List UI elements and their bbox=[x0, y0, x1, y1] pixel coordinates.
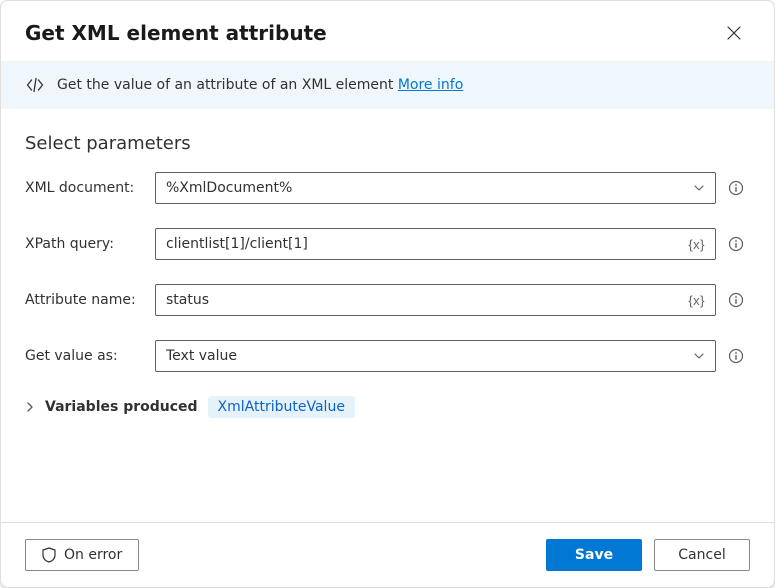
cancel-button[interactable]: Cancel bbox=[654, 539, 750, 571]
label-xml-document: XML document: bbox=[25, 180, 145, 196]
label-get-value-as: Get value as: bbox=[25, 348, 145, 364]
more-info-link[interactable]: More info bbox=[398, 77, 463, 93]
dialog-title: Get XML element attribute bbox=[25, 21, 327, 45]
variable-picker-icon[interactable]: {x} bbox=[688, 237, 705, 252]
close-button[interactable] bbox=[718, 17, 750, 49]
close-icon bbox=[727, 26, 741, 40]
footer-right: Save Cancel bbox=[546, 539, 750, 571]
save-label: Save bbox=[575, 547, 613, 563]
input-xml-document-value: %XmlDocument% bbox=[166, 180, 685, 196]
cancel-label: Cancel bbox=[678, 547, 725, 563]
dialog-body: Select parameters XML document: %XmlDocu… bbox=[1, 109, 774, 522]
help-icon-xpath-query[interactable] bbox=[726, 234, 746, 254]
chevron-down-icon bbox=[693, 182, 705, 194]
variable-picker-icon[interactable]: {x} bbox=[688, 293, 705, 308]
input-xpath-query[interactable]: clientlist[1]/client[1] {x} bbox=[155, 228, 716, 260]
variable-chip-xmlattributevalue[interactable]: XmlAttributeValue bbox=[208, 396, 355, 418]
field-xpath-query: XPath query: clientlist[1]/client[1] {x} bbox=[25, 228, 750, 260]
on-error-label: On error bbox=[64, 547, 122, 563]
select-get-value-as[interactable]: Text value bbox=[155, 340, 716, 372]
input-xpath-query-value: clientlist[1]/client[1] bbox=[166, 236, 680, 252]
info-text-content: Get the value of an attribute of an XML … bbox=[57, 77, 393, 93]
info-text: Get the value of an attribute of an XML … bbox=[57, 77, 463, 93]
input-attribute-name[interactable]: status {x} bbox=[155, 284, 716, 316]
label-xpath-query: XPath query: bbox=[25, 236, 145, 252]
chevron-down-icon bbox=[693, 350, 705, 362]
field-xml-document: XML document: %XmlDocument% bbox=[25, 172, 750, 204]
variables-produced-label: Variables produced bbox=[45, 399, 198, 415]
help-icon-get-value-as[interactable] bbox=[726, 346, 746, 366]
field-attribute-name: Attribute name: status {x} bbox=[25, 284, 750, 316]
field-get-value-as: Get value as: Text value bbox=[25, 340, 750, 372]
input-xml-document[interactable]: %XmlDocument% bbox=[155, 172, 716, 204]
input-attribute-name-value: status bbox=[166, 292, 680, 308]
section-heading: Select parameters bbox=[25, 133, 750, 154]
label-attribute-name: Attribute name: bbox=[25, 292, 145, 308]
expand-variables-toggle[interactable] bbox=[25, 402, 35, 412]
variables-produced-row: Variables produced XmlAttributeValue bbox=[25, 396, 750, 418]
code-tag-icon bbox=[25, 75, 45, 95]
help-icon-attribute-name[interactable] bbox=[726, 290, 746, 310]
on-error-button[interactable]: On error bbox=[25, 539, 139, 571]
select-get-value-as-value: Text value bbox=[166, 348, 685, 364]
save-button[interactable]: Save bbox=[546, 539, 642, 571]
shield-icon bbox=[42, 547, 56, 563]
help-icon-xml-document[interactable] bbox=[726, 178, 746, 198]
dialog: Get XML element attribute Get the value … bbox=[0, 0, 775, 588]
info-bar: Get the value of an attribute of an XML … bbox=[1, 61, 774, 109]
dialog-header: Get XML element attribute bbox=[1, 1, 774, 61]
dialog-footer: On error Save Cancel bbox=[1, 522, 774, 587]
